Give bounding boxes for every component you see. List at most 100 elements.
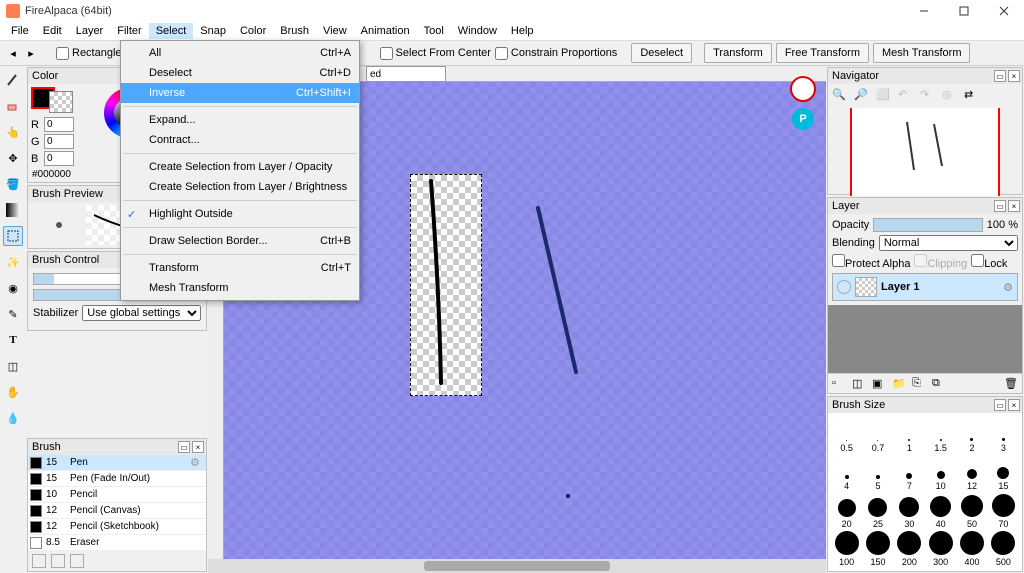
hand-tool-icon[interactable]: ✋: [3, 382, 23, 402]
navigator-thumbnail[interactable]: [850, 108, 1000, 196]
next-arrow-icon[interactable]: ▸: [24, 45, 38, 61]
wand-tool-icon[interactable]: ✨: [3, 252, 23, 272]
background-swatch[interactable]: [49, 91, 73, 113]
brush-size-cell[interactable]: 150: [863, 531, 892, 567]
brush-tool-icon[interactable]: [3, 70, 23, 90]
folder-brush-icon[interactable]: [70, 554, 84, 568]
nav-rotate-right-icon[interactable]: ↷: [920, 88, 936, 104]
brush-size-cell[interactable]: 25: [863, 493, 892, 529]
add-brush-icon[interactable]: [32, 554, 46, 568]
folder-icon[interactable]: 📁: [892, 377, 906, 391]
brush-list-item[interactable]: 8.5Eraser: [28, 535, 206, 551]
nav-zoom-in-icon[interactable]: 🔍: [832, 88, 848, 104]
stabilizer-select[interactable]: Use global settings: [82, 305, 201, 321]
protect-checkbox[interactable]: [832, 254, 845, 267]
text-tool-icon[interactable]: T: [3, 330, 23, 350]
dup-layer-icon[interactable]: ⧉: [932, 377, 946, 391]
lock-checkbox[interactable]: [971, 254, 984, 267]
new-layer-1bit-icon[interactable]: ▣: [872, 377, 886, 391]
brush-size-cell[interactable]: 50: [957, 493, 986, 529]
shape-checkbox[interactable]: [56, 47, 69, 60]
trash-icon[interactable]: 🗑: [1004, 377, 1018, 391]
brush-size-cell[interactable]: 0.7: [863, 417, 892, 453]
menu-edit[interactable]: Edit: [36, 23, 69, 39]
menu-layer[interactable]: Layer: [69, 23, 111, 39]
panel-close-icon[interactable]: ×: [1008, 200, 1020, 212]
brush-size-cell[interactable]: 200: [895, 531, 924, 567]
panel-float-icon[interactable]: ▭: [178, 441, 190, 453]
menu-item-create-selection-from-layer-brightness[interactable]: Create Selection from Layer / Brightness: [121, 177, 359, 197]
nav-flip-icon[interactable]: ⇄: [964, 88, 980, 104]
clipping[interactable]: Clipping: [914, 254, 967, 270]
menu-item-mesh-transform[interactable]: Mesh Transform: [121, 278, 359, 298]
panel-close-icon[interactable]: ×: [192, 441, 204, 453]
brush-size-cell[interactable]: 7: [895, 455, 924, 491]
gradient-tool-icon[interactable]: [3, 200, 23, 220]
clip-icon[interactable]: ⎘: [912, 377, 926, 391]
new-layer-icon[interactable]: ▫: [832, 377, 846, 391]
brush-size-cell[interactable]: 12: [957, 455, 986, 491]
menu-item-inverse[interactable]: InverseCtrl+Shift+I: [121, 83, 359, 103]
bucket-tool-icon[interactable]: 🪣: [3, 174, 23, 194]
brush-list-item[interactable]: 15Pen⚙: [28, 455, 206, 471]
smudge-tool-icon[interactable]: 👆: [3, 122, 23, 142]
menu-animation[interactable]: Animation: [354, 23, 417, 39]
r-input[interactable]: [44, 117, 74, 132]
brush-list-item[interactable]: 15Pen (Fade In/Out): [28, 471, 206, 487]
b-input[interactable]: [44, 151, 74, 166]
transform-button[interactable]: Transform: [704, 43, 772, 63]
prev-arrow-icon[interactable]: ◂: [6, 45, 20, 61]
maximize-button[interactable]: [944, 0, 984, 22]
brush-size-cell[interactable]: 1.5: [926, 417, 955, 453]
brush-size-cell[interactable]: 2: [957, 417, 986, 453]
menu-item-contract-[interactable]: Contract...: [121, 130, 359, 150]
minimize-button[interactable]: [904, 0, 944, 22]
layer-blending-select[interactable]: Normal: [879, 235, 1018, 251]
brush-size-cell[interactable]: 1: [895, 417, 924, 453]
brush-size-cell[interactable]: 5: [863, 455, 892, 491]
menu-item-deselect[interactable]: DeselectCtrl+D: [121, 63, 359, 83]
eraser-tool-icon[interactable]: [3, 96, 23, 116]
pen-tool-icon[interactable]: ✎: [3, 304, 23, 324]
horizontal-scrollbar[interactable]: [208, 559, 826, 573]
panel-float-icon[interactable]: ▭: [994, 70, 1006, 82]
lasso-tool-icon[interactable]: ◉: [3, 278, 23, 298]
menu-item-all[interactable]: AllCtrl+A: [121, 43, 359, 63]
menu-brush[interactable]: Brush: [273, 23, 316, 39]
brush-size-cell[interactable]: 10: [926, 455, 955, 491]
brush-size-cell[interactable]: 100: [832, 531, 861, 567]
menu-item-draw-selection-border-[interactable]: Draw Selection Border...Ctrl+B: [121, 231, 359, 251]
layer-item[interactable]: Layer 1 ⚙: [832, 273, 1018, 301]
g-input[interactable]: [44, 134, 74, 149]
layer-opacity-slider[interactable]: [873, 218, 983, 232]
free-transform-button[interactable]: Free Transform: [776, 43, 869, 63]
menu-item-transform[interactable]: TransformCtrl+T: [121, 258, 359, 278]
menu-view[interactable]: View: [316, 23, 354, 39]
brush-size-cell[interactable]: 30: [895, 493, 924, 529]
brush-list-item[interactable]: 12Pencil (Canvas): [28, 503, 206, 519]
dup-brush-icon[interactable]: [51, 554, 65, 568]
brush-size-cell[interactable]: 500: [989, 531, 1018, 567]
menu-filter[interactable]: Filter: [110, 23, 148, 39]
lock[interactable]: Lock: [971, 254, 1007, 270]
close-button[interactable]: [984, 0, 1024, 22]
select-rect-tool-icon[interactable]: [3, 226, 23, 246]
avatar-icon[interactable]: [790, 76, 816, 102]
brush-size-cell[interactable]: 3: [989, 417, 1018, 453]
brush-size-cell[interactable]: 300: [926, 531, 955, 567]
divide-tool-icon[interactable]: ◫: [3, 356, 23, 376]
constrain-checkbox[interactable]: [495, 47, 508, 60]
brush-list-item[interactable]: 10Pencil: [28, 487, 206, 503]
menu-item-create-selection-from-layer-opacity[interactable]: Create Selection from Layer / Opacity: [121, 157, 359, 177]
brush-size-cell[interactable]: 15: [989, 455, 1018, 491]
menu-color[interactable]: Color: [233, 23, 273, 39]
top-field[interactable]: [366, 66, 446, 82]
mesh-transform-button[interactable]: Mesh Transform: [873, 43, 970, 63]
protect-alpha[interactable]: Protect Alpha: [832, 254, 910, 270]
menu-select[interactable]: Select: [149, 23, 194, 39]
nav-fit-icon[interactable]: ⬜: [876, 88, 892, 104]
sfc-checkbox[interactable]: [380, 47, 393, 60]
brush-size-cell[interactable]: 40: [926, 493, 955, 529]
nav-reset-icon[interactable]: ◎: [942, 88, 958, 104]
menu-snap[interactable]: Snap: [193, 23, 233, 39]
